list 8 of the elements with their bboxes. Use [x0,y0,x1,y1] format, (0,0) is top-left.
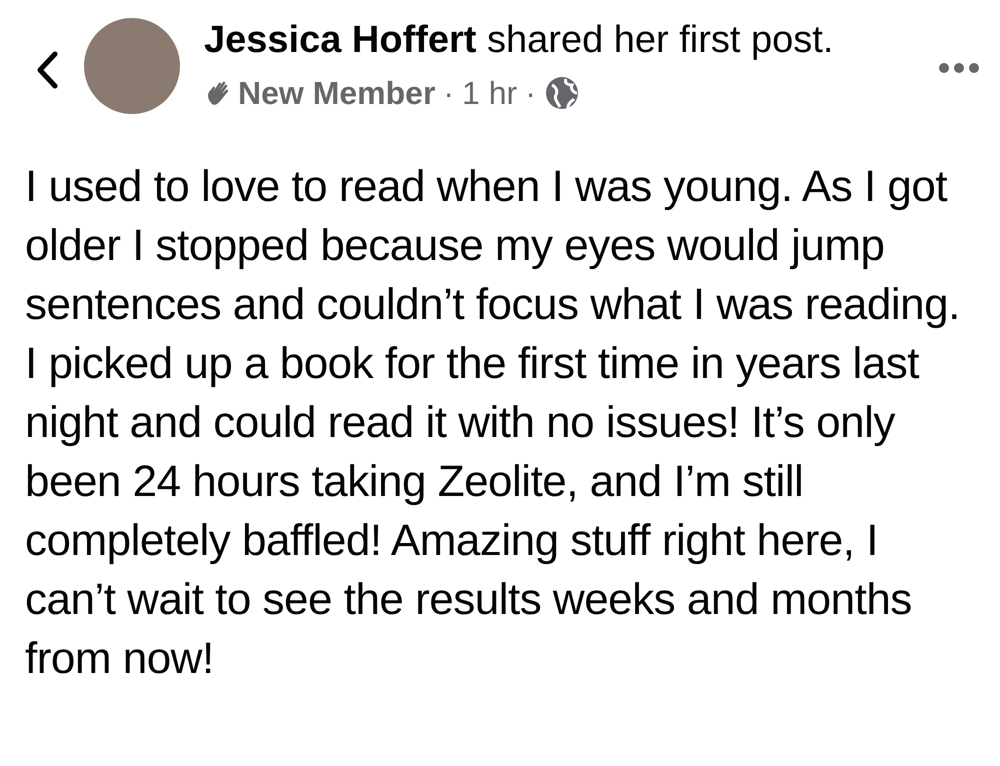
separator-dot: · [443,74,454,113]
post-time[interactable]: 1 hr [462,69,518,117]
globe-icon[interactable] [544,75,580,111]
post-headline: Jessica Hoffert shared her first post. [204,18,834,63]
post-text: I used to love to read when I was young. As I got older I stopped because my eyes would jump sentences and couldn’t focus what I was reading. I picked up a book for the first time in years last night and could read it with no issues! It’s only been 24 hours taking Zeolite, and I’m still completely baffled! Amazing stuff right here, I can’t wait to see the results weeks and months from now! [24,161,961,685]
more-options-icon[interactable] [938,62,980,74]
member-status-label: New Member [238,74,436,113]
separator-dot: · [525,74,536,113]
